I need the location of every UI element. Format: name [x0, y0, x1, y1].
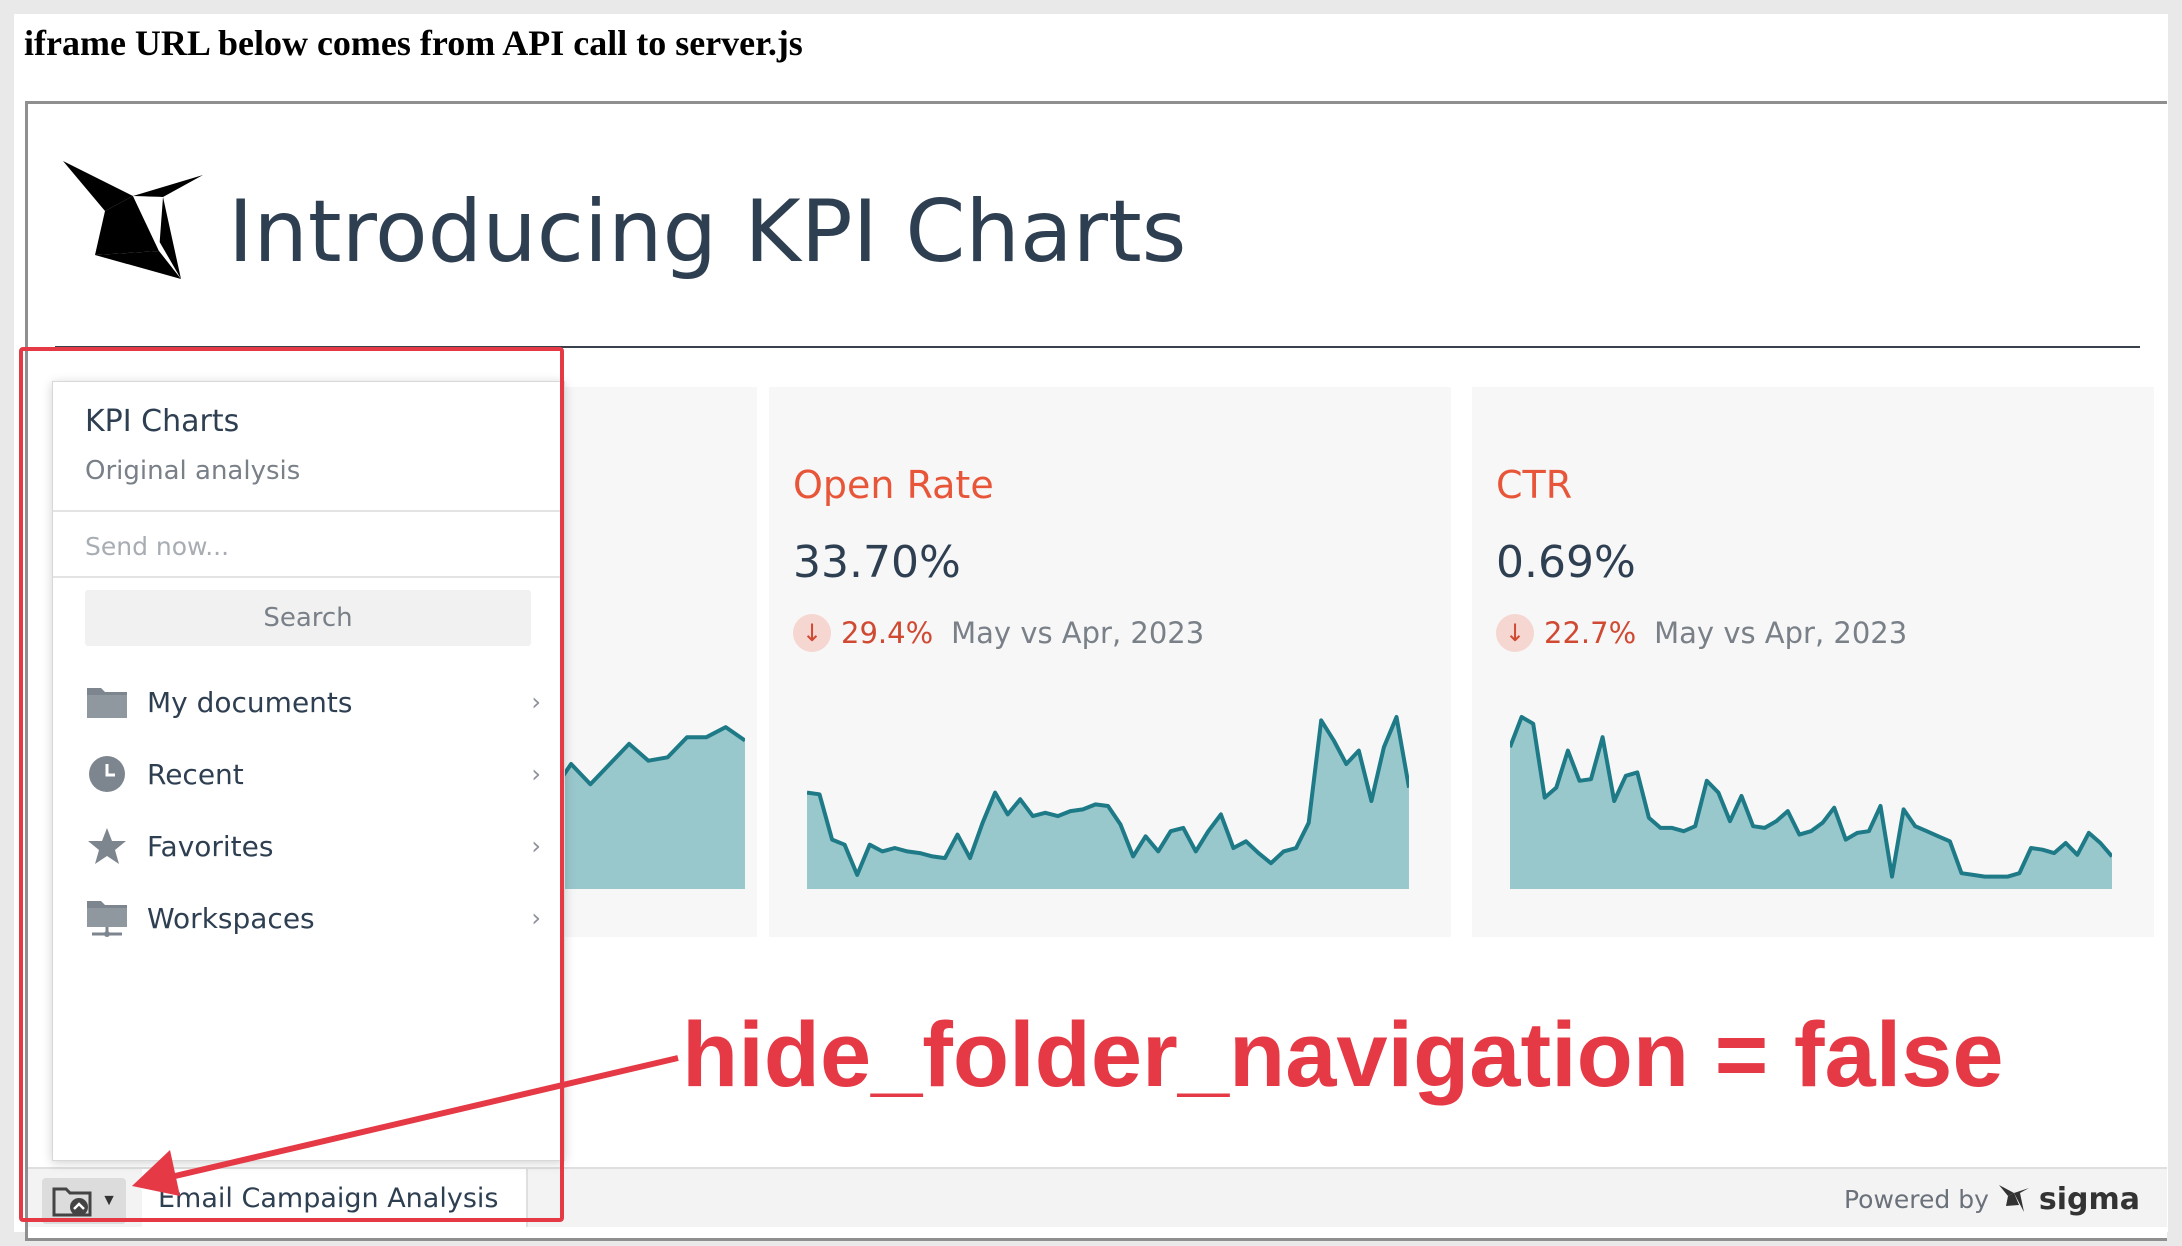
kpi-value: 0.69% [1496, 537, 1636, 588]
sigma-mark-icon [1998, 1185, 2029, 1212]
kpi-delta: ↓ 29.4% May vs Apr, 2023 [793, 613, 1204, 653]
kpi-title: CTR [1496, 463, 1573, 507]
kpi-delta: ↓ 22.7% May vs Apr, 2023 [1496, 613, 1907, 653]
sigma-brand: sigma [2038, 1181, 2140, 1217]
dashboard-title: Introducing KPI Charts [228, 182, 1187, 282]
sparkline-ctr [1510, 715, 2112, 889]
kpi-delta-percent: 29.4% [841, 616, 934, 650]
sparkline-hidden-area [551, 727, 745, 889]
annotation-label: hide_folder_navigation = false [682, 1004, 2004, 1106]
kpi-card-ctr: CTR 0.69% ↓ 22.7% May vs Apr, 2023 [1472, 387, 2154, 937]
kpi-card-open-rate: Open Rate 33.70% ↓ 29.4% May vs Apr, 202… [769, 387, 1451, 937]
kpi-delta-percent: 22.7% [1544, 616, 1637, 650]
page-heading: iframe URL below comes from API call to … [24, 23, 803, 63]
sigma-logo [63, 161, 203, 279]
kpi-delta-period: May vs Apr, 2023 [951, 616, 1205, 650]
kpi-delta-period: May vs Apr, 2023 [1654, 616, 1908, 650]
arrow-down-icon: ↓ [1496, 614, 1534, 652]
kpi-value: 33.70% [793, 537, 961, 588]
powered-by[interactable]: Powered by sigma [1844, 1179, 2140, 1219]
arrow-down-icon: ↓ [793, 614, 831, 652]
powered-by-label: Powered by [1843, 1184, 1989, 1214]
annotation-highlight-box [19, 347, 564, 1222]
kpi-title: Open Rate [793, 463, 994, 507]
sparkline-open-rate [807, 715, 1409, 889]
